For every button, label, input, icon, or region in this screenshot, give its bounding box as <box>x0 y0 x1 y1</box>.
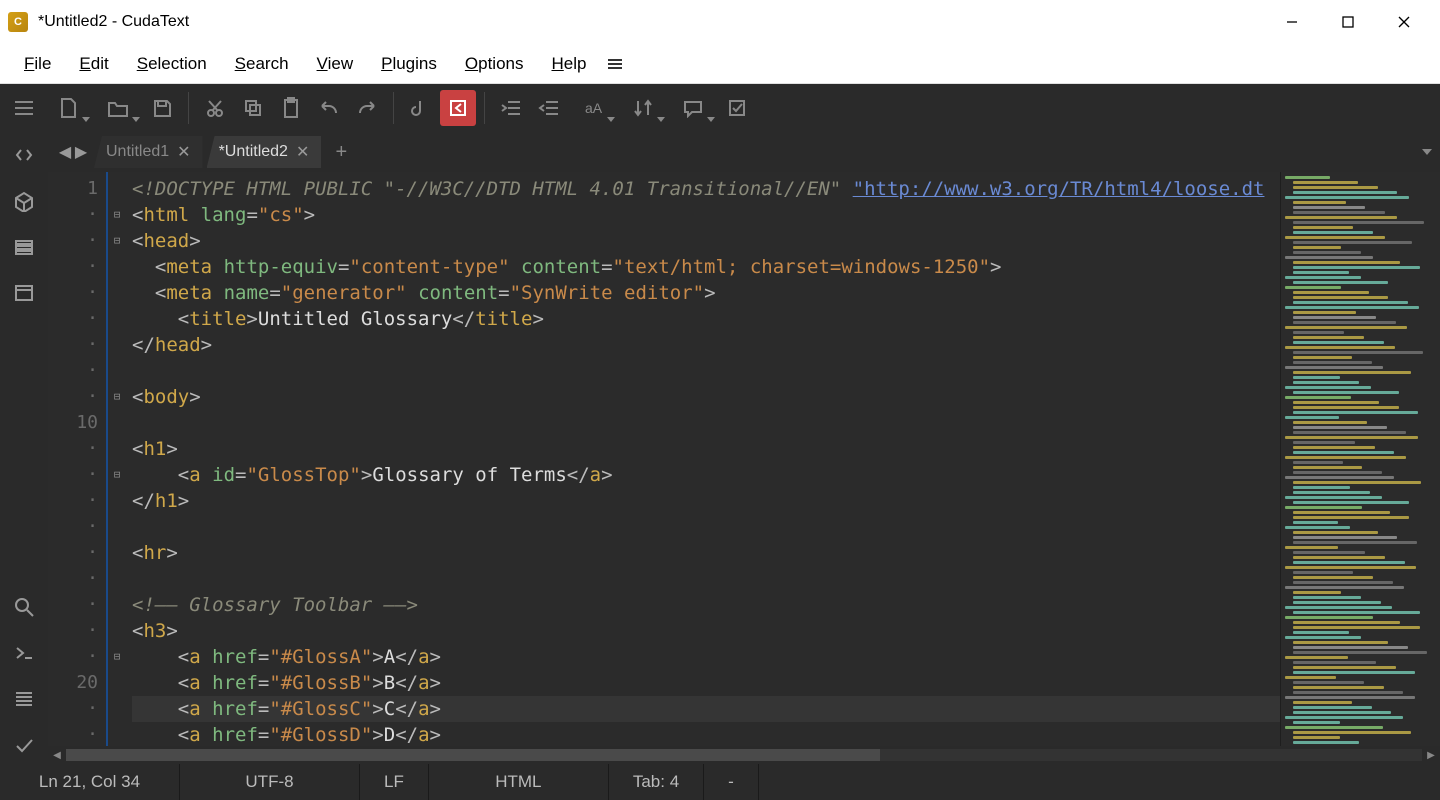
tabbar: ◀ ▶ Untitled1 ✕ *Untitled2 ✕ + <box>48 132 1440 172</box>
statusbar: Ln 21, Col 34 UTF-8 LF HTML Tab: 4 - <box>0 764 1440 800</box>
redo-button[interactable] <box>349 90 385 126</box>
tab-close-icon[interactable]: ✕ <box>296 142 309 162</box>
snippet-panel-icon[interactable] <box>5 274 43 312</box>
undo-button[interactable] <box>311 90 347 126</box>
project-icon[interactable] <box>5 182 43 220</box>
close-button[interactable] <box>1376 0 1432 44</box>
menubar: File Edit Selection Search View Plugins … <box>0 44 1440 84</box>
tab-label: *Untitled2 <box>219 143 288 161</box>
case-button[interactable]: aA <box>569 90 617 126</box>
app-icon: C <box>8 12 28 32</box>
menu-edit[interactable]: Edit <box>65 48 122 80</box>
comment-button[interactable] <box>669 90 717 126</box>
status-extra[interactable]: - <box>704 764 759 800</box>
menu-file[interactable]: File <box>10 48 65 80</box>
validate-icon[interactable] <box>5 726 43 764</box>
menu-search[interactable]: Search <box>221 48 303 80</box>
output-icon[interactable] <box>5 680 43 718</box>
unindent-button[interactable] <box>531 90 567 126</box>
toolbar: aA <box>0 84 1440 132</box>
code-tree-icon[interactable] <box>5 136 43 174</box>
menu-more-icon[interactable] <box>606 57 624 71</box>
status-encoding[interactable]: UTF-8 <box>180 764 360 800</box>
indent-button[interactable] <box>493 90 529 126</box>
tab-prev-icon[interactable]: ◀ <box>58 142 72 162</box>
fold-column[interactable]: ⊟⊟⊟⊟⊟ <box>108 172 126 746</box>
tab-1[interactable]: *Untitled2 ✕ <box>207 136 322 168</box>
window-title: *Untitled2 - CudaText <box>38 13 1264 31</box>
open-file-button[interactable] <box>94 90 142 126</box>
status-line-ends[interactable]: LF <box>360 764 429 800</box>
sidebar <box>0 132 48 764</box>
menu-help[interactable]: Help <box>537 48 600 80</box>
menu-options[interactable]: Options <box>451 48 538 80</box>
options-button[interactable] <box>719 90 755 126</box>
save-button[interactable] <box>144 90 180 126</box>
status-tab-size[interactable]: Tab: 4 <box>609 764 704 800</box>
tab-add-button[interactable]: + <box>325 136 357 168</box>
titlebar: C *Untitled2 - CudaText <box>0 0 1440 44</box>
unprinted-button[interactable] <box>402 90 438 126</box>
maximize-button[interactable] <box>1320 0 1376 44</box>
copy-button[interactable] <box>235 90 271 126</box>
sidebar-toggle-icon[interactable] <box>6 90 42 126</box>
scroll-left-icon[interactable]: ◀ <box>48 750 66 761</box>
cut-button[interactable] <box>197 90 233 126</box>
editor-region: ◀ ▶ Untitled1✕*Untitled2✕ + 11020 ⊟⊟⊟⊟⊟ … <box>48 132 1440 764</box>
minimize-button[interactable] <box>1264 0 1320 44</box>
horizontal-scrollbar[interactable]: ◀ ▶ <box>48 746 1440 764</box>
paste-button[interactable] <box>273 90 309 126</box>
status-lexer[interactable]: HTML <box>429 764 609 800</box>
scroll-thumb[interactable] <box>66 749 880 761</box>
tabs-list-icon[interactable] <box>5 228 43 266</box>
tab-label: Untitled1 <box>106 143 169 161</box>
tab-close-icon[interactable]: ✕ <box>177 142 190 162</box>
console-icon[interactable] <box>5 634 43 672</box>
tab-menu-icon[interactable] <box>1422 149 1432 155</box>
tab-0[interactable]: Untitled1 ✕ <box>94 136 203 168</box>
svg-text:aA: aA <box>585 100 603 116</box>
sort-button[interactable] <box>619 90 667 126</box>
tab-next-icon[interactable]: ▶ <box>74 142 88 162</box>
menu-plugins[interactable]: Plugins <box>367 48 451 80</box>
menu-selection[interactable]: Selection <box>123 48 221 80</box>
scroll-right-icon[interactable]: ▶ <box>1422 750 1440 761</box>
menu-view[interactable]: View <box>303 48 368 80</box>
minimap-button[interactable] <box>440 90 476 126</box>
new-file-button[interactable] <box>44 90 92 126</box>
gutter[interactable]: 11020 <box>48 172 108 746</box>
search-icon[interactable] <box>5 588 43 626</box>
status-position[interactable]: Ln 21, Col 34 <box>0 764 180 800</box>
code-editor[interactable]: <!DOCTYPE HTML PUBLIC "-//W3C//DTD HTML … <box>126 172 1280 746</box>
minimap[interactable] <box>1280 172 1440 746</box>
